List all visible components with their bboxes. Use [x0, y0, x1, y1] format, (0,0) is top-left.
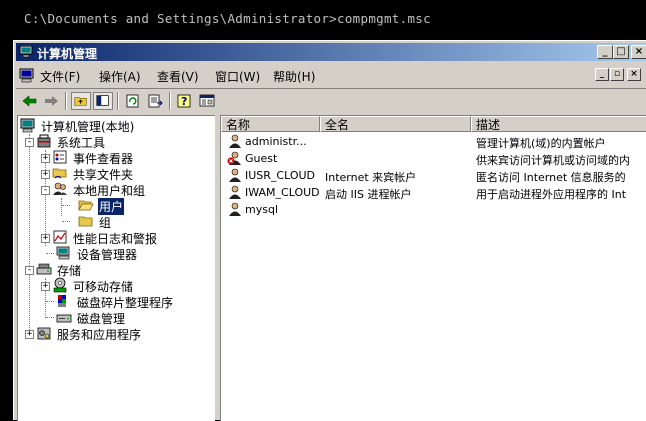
toolbar: ? — [16, 88, 646, 113]
user-icon — [229, 134, 241, 148]
column-header-description[interactable]: 描述 — [471, 116, 646, 132]
cell-fullname: Internet 来宾帐户 — [325, 171, 417, 184]
menu-view[interactable]: 查看(V) — [157, 68, 199, 85]
tree-line — [46, 317, 54, 319]
expand-toggle[interactable]: + — [25, 330, 34, 339]
export-list-icon[interactable] — [145, 92, 165, 110]
cell-description: 匿名访问 Internet 信息服务的 — [476, 171, 626, 184]
cell-name: IUSR_CLOUD — [245, 169, 316, 182]
collapse-toggle[interactable]: - — [25, 266, 34, 275]
console-tree-pane: 计算机管理(本地) - 系统工具 + 事件查看器 + 共享文件夹 - 本地用户和… — [17, 115, 215, 421]
expand-toggle[interactable]: + — [41, 282, 50, 291]
user-icon — [229, 202, 241, 216]
folder-icon — [78, 216, 93, 227]
cell-fullname: 启动 IIS 进程帐户 — [325, 188, 412, 201]
cell-name: IWAM_CLOUD — [245, 186, 320, 199]
tree-line — [46, 253, 54, 255]
tree-line — [46, 301, 54, 303]
show-hide-tree-icon[interactable] — [93, 92, 113, 110]
column-header-name[interactable]: 名称 — [221, 116, 320, 132]
expand-toggle[interactable]: + — [41, 170, 50, 179]
tree-line — [61, 198, 63, 216]
child-close-button[interactable]: × — [627, 68, 641, 81]
console-icon[interactable] — [19, 67, 35, 83]
title-bar[interactable]: 计算机管理 _ □ × — [16, 43, 646, 61]
computer-management-icon — [20, 118, 35, 133]
defrag-icon — [58, 295, 66, 307]
expand-toggle[interactable]: + — [41, 234, 50, 243]
column-header-fullname[interactable]: 全名 — [320, 116, 471, 132]
computer-management-window: 计算机管理 _ □ × 文件(F) 操作(A) 查看(V) 窗口(W) 帮助(H… — [13, 40, 646, 421]
forward-icon[interactable] — [41, 92, 61, 110]
disabled-user-icon — [227, 151, 241, 165]
tree-line — [29, 134, 31, 332]
menu-window[interactable]: 窗口(W) — [215, 68, 260, 85]
removable-storage-icon — [53, 277, 67, 293]
menu-help[interactable]: 帮助(H) — [273, 68, 315, 85]
tree-line — [45, 150, 47, 246]
disk-management-icon — [56, 314, 72, 323]
toolbox-icon — [37, 134, 51, 148]
collapse-toggle[interactable]: - — [41, 186, 50, 195]
toolbar-separator — [65, 92, 67, 110]
cell-description: 供来宾访问计算机或访问域的内 — [476, 154, 630, 167]
toolbar-separator — [169, 92, 171, 110]
cell-name: administr... — [245, 135, 307, 148]
refresh-icon[interactable] — [123, 92, 143, 110]
menu-action[interactable]: 操作(A) — [99, 68, 141, 85]
cell-name: mysql — [245, 203, 278, 216]
users-groups-icon — [53, 182, 67, 195]
tree-label: 性能日志和警报 — [73, 232, 158, 246]
tree-label: 磁盘碎片整理程序 — [77, 296, 174, 310]
cell-name: Guest — [245, 152, 278, 165]
tree-line — [62, 205, 70, 207]
tree-label: 组 — [99, 216, 112, 230]
maximize-button[interactable]: □ — [613, 45, 629, 59]
svg-text:?: ? — [181, 95, 187, 108]
tree-label: 设备管理器 — [77, 248, 138, 262]
performance-icon — [53, 230, 67, 244]
storage-icon — [36, 263, 52, 275]
help-icon[interactable]: ? — [175, 92, 195, 110]
properties-icon[interactable] — [197, 92, 217, 110]
tree-label: 磁盘管理 — [77, 312, 126, 326]
console-command-line: C:\Documents and Settings\Administrator>… — [24, 11, 431, 26]
tree-label: 事件查看器 — [73, 152, 134, 166]
tree-label: 共享文件夹 — [73, 168, 134, 182]
menu-bar: 文件(F) 操作(A) 查看(V) 窗口(W) 帮助(H) _ ▫ × — [16, 65, 646, 85]
collapse-toggle[interactable]: - — [25, 138, 34, 147]
tree-label: 可移动存储 — [73, 280, 134, 294]
device-manager-icon — [56, 246, 70, 260]
toolbar-separator — [117, 92, 119, 110]
console-background: C:\Documents and Settings\Administrator>… — [0, 0, 646, 42]
expand-toggle[interactable]: + — [41, 154, 50, 163]
user-icon — [229, 168, 241, 182]
tree-label-selected: 用户 — [98, 198, 125, 215]
event-viewer-icon — [53, 150, 67, 164]
minimize-button[interactable]: _ — [597, 45, 613, 59]
open-folder-icon — [78, 200, 94, 211]
tree-label: 计算机管理(本地) — [41, 120, 135, 134]
shared-folder-icon — [52, 168, 67, 179]
window-title: 计算机管理 — [37, 47, 98, 61]
up-folder-icon[interactable] — [71, 92, 91, 110]
user-icon — [229, 185, 241, 199]
back-icon[interactable] — [20, 92, 40, 110]
services-icon — [37, 327, 51, 340]
child-minimize-button[interactable]: _ — [595, 68, 609, 81]
tree-label: 服务和应用程序 — [57, 328, 142, 342]
child-restore-button[interactable]: ▫ — [610, 68, 624, 81]
tree-line — [62, 221, 70, 223]
menu-file[interactable]: 文件(F) — [40, 68, 80, 85]
cell-description: 用于启动进程外应用程序的 Int — [476, 188, 627, 201]
computer-icon — [19, 46, 33, 58]
cell-description: 管理计算机(域)的内置帐户 — [476, 137, 606, 150]
details-pane: 名称 全名 描述 administr... 管理计算机(域)的内置帐户 Gues… — [220, 115, 646, 421]
close-button[interactable]: × — [631, 45, 646, 59]
